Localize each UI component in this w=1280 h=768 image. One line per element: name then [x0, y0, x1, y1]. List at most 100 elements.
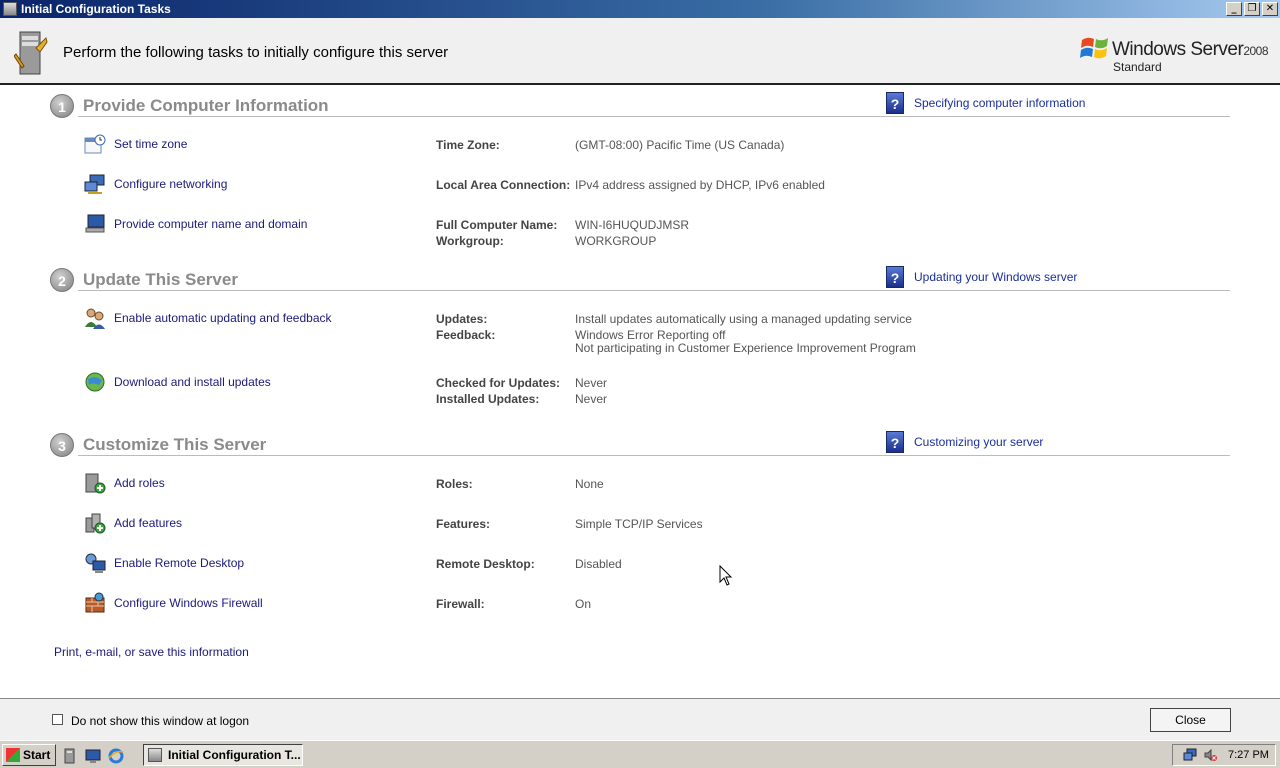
field-label-roles: Roles:: [436, 477, 473, 491]
clock-calendar-icon: [84, 134, 106, 154]
server-tools-icon: [14, 31, 48, 75]
clock[interactable]: 7:27 PM: [1228, 749, 1269, 761]
task-label[interactable]: Set time zone: [114, 137, 187, 151]
footer-bar: Do not show this window at logon Close: [0, 698, 1280, 740]
help-link-label[interactable]: Updating your Windows server: [914, 270, 1077, 284]
users-icon: [85, 308, 105, 329]
remote-desktop-icon: [85, 553, 106, 573]
task-download-updates[interactable]: Download and install updates: [84, 371, 271, 393]
taskbar-item-label: Initial Configuration T...: [168, 748, 301, 762]
start-button[interactable]: Start: [2, 744, 56, 766]
help-link-label[interactable]: Customizing your server: [914, 435, 1043, 449]
title-bar: Initial Configuration Tasks _ ❐ ✕: [0, 0, 1280, 18]
help-book-icon: ?: [886, 431, 904, 453]
print-email-save-link[interactable]: Print, e-mail, or save this information: [54, 645, 249, 659]
brand-name: Windows Server: [1112, 39, 1244, 60]
field-value-remote-desktop: Disabled: [575, 557, 622, 571]
task-label[interactable]: Configure Windows Firewall: [114, 596, 263, 610]
section-computer-information: 1 Provide Computer Information ? Specify…: [50, 92, 1230, 118]
section-title: Update This Server: [83, 270, 238, 289]
server-manager-quicklaunch-icon[interactable]: [62, 748, 78, 764]
section-number: 1: [50, 94, 74, 118]
task-add-roles[interactable]: Add roles: [84, 472, 165, 494]
task-configure-networking[interactable]: Configure networking: [84, 173, 227, 195]
task-label[interactable]: Add roles: [114, 476, 165, 490]
do-not-show-checkbox[interactable]: [52, 714, 63, 725]
task-enable-remote-desktop[interactable]: Enable Remote Desktop: [84, 552, 244, 574]
field-label-checked-updates: Checked for Updates:: [436, 376, 561, 390]
field-value-updates: Install updates automatically using a ma…: [575, 312, 912, 326]
section-number: 3: [50, 433, 74, 457]
task-add-features[interactable]: Add features: [84, 512, 182, 534]
close-button[interactable]: Close: [1150, 708, 1231, 732]
taskbar: Start Initial Configuration T... 7:27 PM: [0, 740, 1280, 768]
field-value-workgroup: WORKGROUP: [575, 234, 657, 248]
field-label-updates: Updates:: [436, 312, 488, 326]
section-update-server: 2 Update This Server ? Updating your Win…: [50, 266, 1230, 292]
task-label[interactable]: Configure networking: [114, 177, 227, 191]
field-value-feedback: Windows Error Reporting off: [575, 328, 726, 342]
header-instruction: Perform the following tasks to initially…: [63, 44, 449, 61]
field-value-roles: None: [575, 477, 604, 491]
header-banner: Perform the following tasks to initially…: [0, 18, 1280, 85]
section-divider: [78, 455, 1230, 456]
field-value-computer-name: WIN-I6HUQUDJMSR: [575, 218, 689, 232]
task-label[interactable]: Enable Remote Desktop: [114, 556, 244, 570]
field-value-checked-updates: Never: [575, 376, 608, 390]
close-window-button[interactable]: ✕: [1262, 2, 1278, 16]
show-desktop-icon[interactable]: [85, 748, 101, 764]
field-value-installed-updates: Never: [575, 392, 608, 406]
internet-explorer-icon[interactable]: [108, 748, 124, 764]
windows-start-icon: [6, 748, 20, 762]
help-link-customizing[interactable]: ? Customizing your server: [886, 431, 1043, 453]
brand-edition: Standard: [1113, 60, 1162, 74]
field-value-features: Simple TCP/IP Services: [575, 517, 703, 531]
minimize-button[interactable]: _: [1226, 2, 1242, 16]
section-customize-server: 3 Customize This Server ? Customizing yo…: [50, 431, 1230, 457]
field-label-feedback: Feedback:: [436, 328, 496, 342]
field-value-ceip: Not participating in Customer Experience…: [575, 341, 916, 355]
task-label[interactable]: Provide computer name and domain: [114, 217, 307, 231]
computer-icon: [85, 214, 105, 233]
field-value-time-zone: (GMT-08:00) Pacific Time (US Canada): [575, 138, 785, 152]
server-app-icon: [148, 748, 162, 762]
help-link-label[interactable]: Specifying computer information: [914, 96, 1085, 110]
add-roles-icon: [85, 473, 106, 494]
task-label[interactable]: Download and install updates: [114, 375, 271, 389]
help-link-computer-information[interactable]: ? Specifying computer information: [886, 92, 1085, 114]
windows-server-logo: Windows Server2008 Standard: [1080, 32, 1270, 76]
field-label-features: Features:: [436, 517, 491, 531]
network-icon: [84, 174, 105, 194]
restore-button[interactable]: ❐: [1244, 2, 1260, 16]
do-not-show-label[interactable]: Do not show this window at logon: [71, 714, 249, 728]
field-label-installed-updates: Installed Updates:: [436, 392, 540, 406]
field-label-workgroup: Workgroup:: [436, 234, 504, 248]
windows-flag-icon: [1080, 37, 1108, 59]
field-label-time-zone: Time Zone:: [436, 138, 500, 152]
firewall-icon: [85, 592, 105, 613]
volume-muted-icon[interactable]: [1203, 748, 1217, 762]
network-status-icon[interactable]: [1183, 748, 1197, 762]
server-app-icon: [3, 2, 17, 16]
section-divider: [78, 116, 1230, 117]
system-tray: 7:27 PM: [1172, 744, 1276, 766]
brand-year: 2008: [1243, 44, 1269, 58]
section-number: 2: [50, 268, 74, 292]
task-label[interactable]: Add features: [114, 516, 182, 530]
field-label-lan: Local Area Connection:: [436, 178, 571, 192]
section-title: Provide Computer Information: [83, 96, 329, 115]
field-label-firewall: Firewall:: [436, 597, 485, 611]
task-label[interactable]: Enable automatic updating and feedback: [114, 311, 332, 325]
task-configure-firewall[interactable]: Configure Windows Firewall: [84, 592, 263, 614]
help-link-updating[interactable]: ? Updating your Windows server: [886, 266, 1077, 288]
section-divider: [78, 290, 1230, 291]
taskbar-item-initial-config[interactable]: Initial Configuration T...: [143, 744, 303, 766]
task-computer-name-domain[interactable]: Provide computer name and domain: [84, 213, 307, 235]
add-features-icon: [85, 513, 106, 534]
field-value-firewall: On: [575, 597, 592, 611]
task-enable-auto-updating[interactable]: Enable automatic updating and feedback: [84, 307, 332, 329]
field-label-computer-name: Full Computer Name:: [436, 218, 558, 232]
task-set-time-zone[interactable]: Set time zone: [84, 133, 187, 155]
help-book-icon: ?: [886, 92, 904, 114]
help-book-icon: ?: [886, 266, 904, 288]
